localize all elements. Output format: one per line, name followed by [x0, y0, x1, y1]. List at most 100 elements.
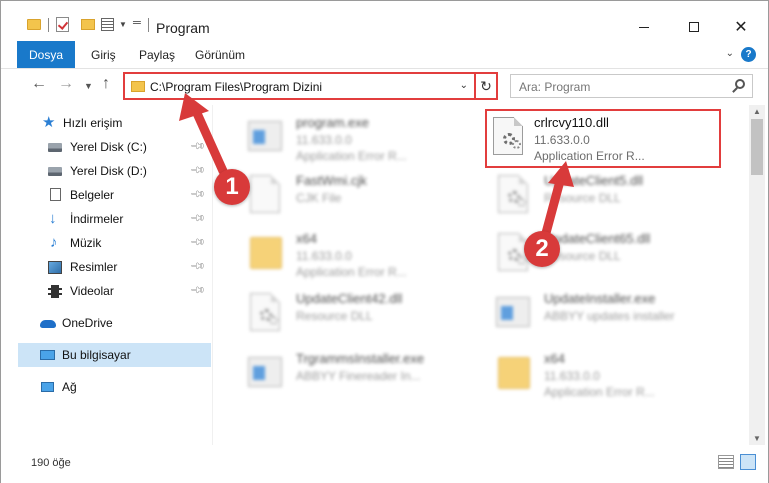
- list-item[interactable]: x64 11.633.0.0 Application Error R...: [238, 225, 478, 281]
- sidebar-item-documents[interactable]: Belgeler 📌︎: [18, 183, 211, 207]
- sidebar-item-music[interactable]: ♪ Müzik 📌︎: [18, 231, 211, 255]
- scroll-up-icon[interactable]: ▲: [753, 107, 761, 116]
- pin-icon[interactable]: 📌︎: [189, 258, 206, 275]
- cloud-icon: [40, 320, 56, 328]
- file-name: x64: [296, 231, 317, 246]
- list-item[interactable]: program.exe 11.633.0.0 Application Error…: [238, 109, 478, 165]
- sidebar-item-downloads[interactable]: ↓ İndirmeler 📌︎: [18, 207, 211, 231]
- sidebar-item-onedrive[interactable]: OneDrive: [18, 311, 211, 335]
- forward-arrow-icon[interactable]: →: [58, 75, 74, 93]
- list-item[interactable]: FastWmi.cjk CJK File: [238, 167, 478, 223]
- minimize-icon: [639, 26, 649, 28]
- search-input[interactable]: Ara: Program: [510, 74, 753, 98]
- file-description: Application Error R...: [296, 149, 407, 163]
- address-path[interactable]: C:\Program Files\Program Dizini: [150, 80, 322, 94]
- sidebar-item-label: Bu bilgisayar: [62, 348, 131, 362]
- sidebar-item-quick-access[interactable]: ★ Hızlı erişim: [18, 111, 211, 135]
- sidebar-item-videos[interactable]: Videolar 📌︎: [18, 279, 211, 303]
- chevron-down-icon[interactable]: ⌄: [460, 80, 468, 91]
- pin-icon[interactable]: 📌︎: [189, 162, 206, 179]
- pin-icon[interactable]: 📌︎: [189, 234, 206, 251]
- sidebar-item-network[interactable]: Ağ: [18, 375, 211, 399]
- up-arrow-icon[interactable]: ↑: [102, 75, 110, 93]
- tab-paylas[interactable]: Paylaş: [127, 41, 187, 68]
- close-button[interactable]: ✕: [718, 13, 764, 41]
- sidebar-item-label: İndirmeler: [70, 212, 124, 226]
- highlighted-file[interactable]: crlrcvy110.dll 11.633.0.0 Application Er…: [485, 109, 721, 168]
- vertical-scrollbar[interactable]: ▲ ▼: [749, 105, 765, 445]
- file-name: x64: [544, 351, 565, 366]
- list-item[interactable]: UpdateClient65.dll Resource DLL: [486, 225, 726, 281]
- list-item[interactable]: TrgrammsInstaller.exe ABBYY Finereader I…: [238, 345, 478, 401]
- details-view-icon[interactable]: [718, 455, 734, 469]
- music-icon: ♪: [50, 234, 58, 251]
- window-title: Program: [156, 20, 210, 36]
- address-bar[interactable]: C:\Program Files\Program Dizini ⌄: [123, 72, 476, 100]
- refresh-button[interactable]: ↻: [476, 72, 498, 100]
- divider: [148, 18, 149, 32]
- sidebar-item-pictures[interactable]: Resimler 📌︎: [18, 255, 211, 279]
- sidebar-item-label: Videolar: [70, 284, 114, 298]
- file-description: Application Error R...: [534, 149, 645, 163]
- tab-gorunum[interactable]: Görünüm: [183, 41, 257, 68]
- tab-giris[interactable]: Giriş: [79, 41, 128, 68]
- navigation-pane: ★ Hızlı erişim Yerel Disk (C:) 📌︎ Yerel …: [18, 105, 211, 445]
- item-count: 190 öğe: [31, 457, 71, 469]
- file-version: 11.633.0.0: [296, 133, 352, 147]
- file-name: crlrcvy110.dll: [534, 115, 609, 130]
- file-name: FastWmi.cjk: [296, 173, 367, 188]
- pane-divider[interactable]: [212, 105, 213, 445]
- recent-locations-icon[interactable]: ▼: [84, 81, 93, 91]
- sidebar-item-disk-c[interactable]: Yerel Disk (C:) 📌︎: [18, 135, 211, 159]
- sidebar-item-label: Resimler: [70, 260, 118, 274]
- file-type: Resource DLL: [296, 309, 373, 323]
- dll-icon: [246, 291, 284, 335]
- disk-icon: [48, 167, 62, 176]
- minimize-button[interactable]: [621, 13, 667, 41]
- file-name: UpdateClient5.dll: [544, 173, 644, 188]
- file-description: Application Error R...: [296, 265, 407, 279]
- computer-icon: [40, 350, 55, 360]
- pin-icon[interactable]: 📌︎: [189, 138, 206, 155]
- search-icon[interactable]: [735, 79, 745, 89]
- sidebar-item-label: Müzik: [70, 236, 102, 250]
- large-icons-view-icon[interactable]: [740, 454, 756, 470]
- scroll-down-icon[interactable]: ▼: [753, 434, 761, 443]
- sidebar-item-label: Belgeler: [70, 188, 115, 202]
- scroll-thumb[interactable]: [751, 119, 763, 175]
- divider: [48, 18, 49, 32]
- pin-icon[interactable]: 📌︎: [189, 186, 206, 203]
- properties-check-icon[interactable]: [56, 17, 69, 32]
- download-icon: ↓: [49, 210, 57, 227]
- list-item[interactable]: UpdateInstaller.exe ABBYY updates instal…: [486, 285, 726, 341]
- list-item[interactable]: UpdateClient5.dll Resource DLL: [486, 167, 726, 223]
- folder-icon: [246, 231, 284, 275]
- new-folder-icon[interactable]: [81, 19, 95, 30]
- pin-icon[interactable]: 📌︎: [189, 282, 206, 299]
- dll-icon: [494, 173, 532, 217]
- folder-icon: [27, 19, 41, 30]
- expand-ribbon-icon[interactable]: ⌄: [726, 48, 734, 59]
- file-description: ABBYY Finereader In...: [296, 369, 421, 383]
- help-icon[interactable]: ?: [741, 47, 756, 62]
- document-icon: [50, 188, 61, 201]
- disk-icon: [48, 143, 62, 152]
- sidebar-item-label: Hızlı erişim: [63, 116, 123, 130]
- customize-toolbar-icon[interactable]: ═: [133, 17, 141, 29]
- file-version: 11.633.0.0: [544, 369, 600, 383]
- tab-dosya[interactable]: Dosya: [17, 41, 75, 68]
- close-icon: ✕: [734, 19, 748, 36]
- list-item[interactable]: UpdateClient42.dll Resource DLL: [238, 285, 478, 341]
- sidebar-item-this-pc[interactable]: Bu bilgisayar: [18, 343, 211, 367]
- explorer-window: ▼ ═ Program ✕ Dosya Giriş Paylaş Görünüm…: [0, 0, 769, 483]
- properties-icon[interactable]: [101, 18, 114, 31]
- file-name: program.exe: [296, 115, 369, 130]
- sidebar-item-disk-d[interactable]: Yerel Disk (D:) 📌︎: [18, 159, 211, 183]
- pin-icon[interactable]: 📌︎: [189, 210, 206, 227]
- search-placeholder[interactable]: Ara: Program: [519, 80, 590, 94]
- file-type: CJK File: [296, 191, 342, 205]
- list-item[interactable]: x64 11.633.0.0 Application Error R...: [486, 345, 726, 401]
- back-arrow-icon[interactable]: ←: [31, 75, 47, 93]
- maximize-button[interactable]: [671, 13, 717, 41]
- chevron-down-icon[interactable]: ▼: [119, 20, 127, 29]
